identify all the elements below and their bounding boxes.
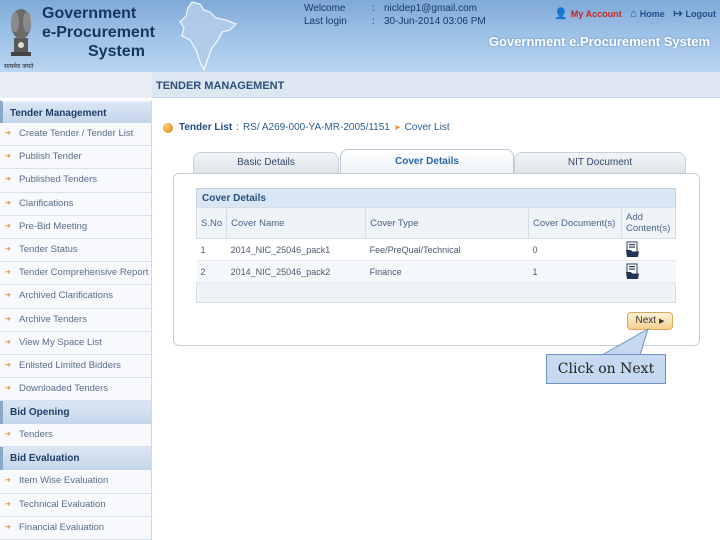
sidebar-item-published-tenders[interactable]: Published Tenders: [0, 169, 151, 193]
sidebar-item-pre-bid-meeting[interactable]: Pre-Bid Meeting: [0, 215, 151, 239]
cell-add-content: [621, 260, 676, 283]
user-icon: 👤: [554, 8, 568, 20]
col-header-add-contents: Add Content(s): [621, 207, 676, 239]
section-title-bar: TENDER MANAGEMENT: [152, 72, 720, 98]
col-header-sno: S.No: [195, 207, 228, 239]
welcome-label: Welcome: [304, 3, 346, 14]
cell-sno: 1: [196, 238, 227, 261]
section-title: TENDER MANAGEMENT: [156, 80, 285, 92]
logout-label: Logout: [685, 8, 717, 19]
col-header-cover-name: Cover Name: [226, 207, 367, 239]
breadcrumb-current: Cover List: [404, 122, 450, 133]
sidebar-header-tender-management[interactable]: Tender Management: [0, 100, 151, 123]
tab-nit-document[interactable]: NIT Document: [514, 152, 686, 173]
cell-cover-name: 2014_NIC_25046_pack1: [226, 238, 366, 261]
cell-cover-type: Fee/PreQual/Technical: [365, 238, 529, 261]
sidebar-nav: Tender Management Create Tender / Tender…: [0, 100, 152, 540]
folder-edit-icon[interactable]: [625, 241, 640, 257]
breadcrumb-colon: :: [236, 122, 239, 133]
cover-details-table: S.No Cover Name Cover Type Cover Documen…: [195, 207, 676, 303]
emblem-caption: सत्यमेव जयते: [4, 63, 34, 70]
tab-basic-details[interactable]: Basic Details: [193, 152, 339, 173]
my-account-link[interactable]: 👤 My Account: [554, 7, 621, 20]
sidebar-item-downloaded-tenders[interactable]: Downloaded Tenders: [0, 378, 151, 402]
table-header-row: S.No Cover Name Cover Type Cover Documen…: [195, 207, 676, 239]
col-header-cover-documents: Cover Document(s): [527, 207, 623, 239]
home-link[interactable]: ⌂ Home: [630, 8, 665, 20]
cell-add-content: [621, 238, 676, 261]
cell-cover-docs: 1: [528, 260, 622, 283]
sidebar-item-publish-tender[interactable]: Publish Tender: [0, 146, 151, 170]
logout-icon: ↦: [673, 8, 683, 20]
sidebar-top-spacer: [0, 72, 152, 98]
sidebar-item-technical-evaluation[interactable]: Technical Evaluation: [0, 493, 151, 517]
site-logo-title[interactable]: Government e-Procurement System: [42, 4, 172, 61]
breadcrumb-tender-ref: RS/ A269-000-YA-MR-2005/1151: [242, 122, 390, 133]
bullet-orb-icon: [163, 122, 173, 133]
last-login-label: Last login: [304, 16, 347, 27]
cell-cover-docs: 0: [528, 238, 622, 261]
last-login-value: 30-Jun-2014 03:06 PM: [384, 16, 486, 27]
sidebar-item-archived-clarifications[interactable]: Archived Clarifications: [0, 285, 151, 309]
sidebar-item-create-tender[interactable]: Create Tender / Tender List: [0, 123, 151, 147]
breadcrumb-arrow-icon: ➤: [393, 123, 401, 132]
sidebar-item-archive-tenders[interactable]: Archive Tenders: [0, 308, 151, 332]
tab-cover-details[interactable]: Cover Details: [340, 149, 514, 174]
table-footer-row: [196, 282, 676, 303]
col-header-cover-type: Cover Type: [365, 207, 529, 239]
callout-pointer: [600, 327, 649, 356]
top-links: 👤 My Account ⌂ Home ↦ Logout: [548, 7, 716, 20]
sidebar-item-financial-evaluation[interactable]: Financial Evaluation: [0, 516, 151, 540]
sidebar-item-my-space-list[interactable]: View My Space List: [0, 331, 151, 355]
table-row: 1 2014_NIC_25046_pack1 Fee/PreQual/Techn…: [196, 238, 676, 261]
logo-line-3: System: [88, 43, 145, 60]
play-arrow-icon: ▶: [659, 318, 665, 325]
system-name: Government e.Procurement System: [488, 34, 710, 49]
logo-line-1: Government: [42, 5, 137, 22]
sidebar-item-enlisted-bidders[interactable]: Enlisted Limited Bidders: [0, 354, 151, 379]
sidebar-item-clarifications[interactable]: Clarifications: [0, 192, 151, 216]
cell-sno: 2: [196, 260, 227, 283]
india-map-icon: [179, 1, 238, 72]
breadcrumb: Tender List : RS/ A269-000-YA-MR-2005/11…: [163, 122, 450, 133]
home-label: Home: [639, 9, 665, 19]
home-icon: ⌂: [630, 8, 637, 20]
my-account-label: My Account: [570, 8, 622, 19]
cover-details-title: Cover Details: [196, 188, 676, 208]
national-emblem-icon: [11, 9, 31, 56]
logout-link[interactable]: ↦ Logout: [673, 7, 716, 20]
breadcrumb-title[interactable]: Tender List: [179, 122, 232, 133]
cell-cover-type: Finance: [365, 260, 529, 283]
instruction-callout: Click on Next: [546, 354, 666, 384]
sidebar-item-comprehensive-report[interactable]: Tender Comprehensive Report: [0, 262, 151, 286]
welcome-panel: Welcome: nicldep1@gmail.com Last login:30…: [304, 3, 486, 27]
welcome-user: nicldep1@gmail.com: [384, 3, 477, 14]
next-button-label: Next: [635, 315, 657, 326]
sidebar-item-tender-status[interactable]: Tender Status: [0, 238, 151, 263]
folder-edit-icon[interactable]: [625, 263, 640, 279]
sidebar-header-bid-opening[interactable]: Bid Opening: [0, 401, 151, 425]
app-header: सत्यमेव जयते Government e-Procurement Sy…: [0, 0, 720, 72]
logo-line-2: e-Procurement: [42, 24, 155, 41]
sidebar-item-item-wise-evaluation[interactable]: Item Wise Evaluation: [0, 470, 151, 494]
sidebar-header-bid-evaluation[interactable]: Bid Evaluation: [0, 447, 151, 471]
sidebar-item-tenders[interactable]: Tenders: [0, 424, 151, 448]
table-row: 2 2014_NIC_25046_pack2 Finance 1: [196, 260, 676, 283]
cell-cover-name: 2014_NIC_25046_pack2: [226, 260, 366, 283]
